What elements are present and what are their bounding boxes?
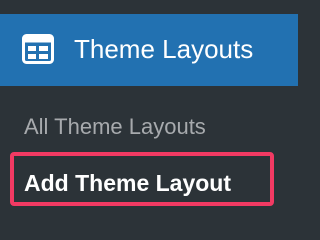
layout-grid-icon [22, 34, 54, 64]
submenu-item-all-theme-layouts[interactable]: All Theme Layouts [24, 112, 206, 142]
menu-item-theme-layouts[interactable]: Theme Layouts [0, 14, 298, 86]
menu-title: Theme Layouts [74, 34, 254, 64]
sidebar-top-strip [0, 0, 298, 14]
submenu-item-add-theme-layout[interactable]: Add Theme Layout [24, 168, 231, 198]
submenu: All Theme Layouts Add Theme Layout [0, 86, 298, 224]
